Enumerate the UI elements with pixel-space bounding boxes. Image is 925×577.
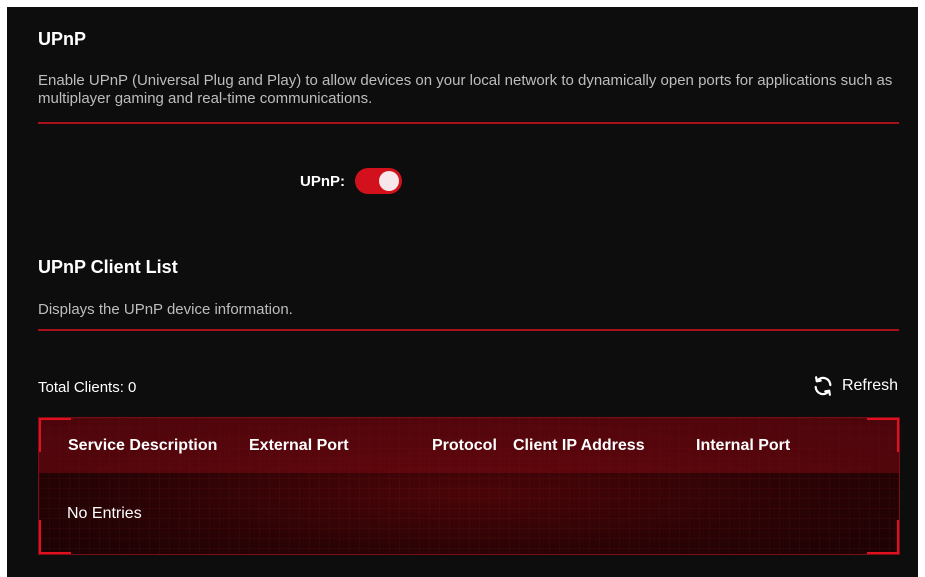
upnp-section-description: Enable UPnP (Universal Plug and Play) to… [38, 72, 893, 107]
table-empty-message: No Entries [67, 505, 142, 522]
column-header-protocol: Protocol [432, 437, 497, 454]
client-list-title: UPnP Client List [38, 257, 178, 277]
column-header-client-ip-address: Client IP Address [513, 437, 645, 454]
refresh-icon [814, 376, 832, 396]
client-list-description: Displays the UPnP device information. [38, 301, 293, 318]
corner-accent-bottom-left [39, 520, 71, 554]
total-clients: Total Clients: 0 [38, 379, 137, 396]
upnp-toggle[interactable] [355, 168, 402, 194]
toggle-knob [379, 171, 399, 191]
column-header-service-description: Service Description [68, 437, 218, 454]
upnp-client-table: Service Description External Port Protoc… [38, 417, 900, 555]
corner-accent-bottom-right [867, 520, 899, 554]
upnp-section-title: UPnP [38, 29, 87, 49]
client-list-divider [38, 329, 899, 331]
refresh-button[interactable]: Refresh [812, 375, 898, 397]
refresh-label: Refresh [841, 377, 898, 394]
corner-accent-top-right [867, 418, 899, 452]
upnp-divider [38, 122, 899, 124]
upnp-panel: UPnP Enable UPnP (Universal Plug and Pla… [7, 7, 918, 577]
column-header-internal-port: Internal Port [696, 437, 791, 454]
upnp-toggle-row: UPnP: [300, 168, 402, 194]
table-header-row: Service Description External Port Protoc… [39, 418, 899, 473]
corner-accent-top-left [39, 418, 71, 452]
column-header-external-port: External Port [249, 437, 349, 454]
upnp-toggle-label: UPnP: [300, 172, 345, 190]
